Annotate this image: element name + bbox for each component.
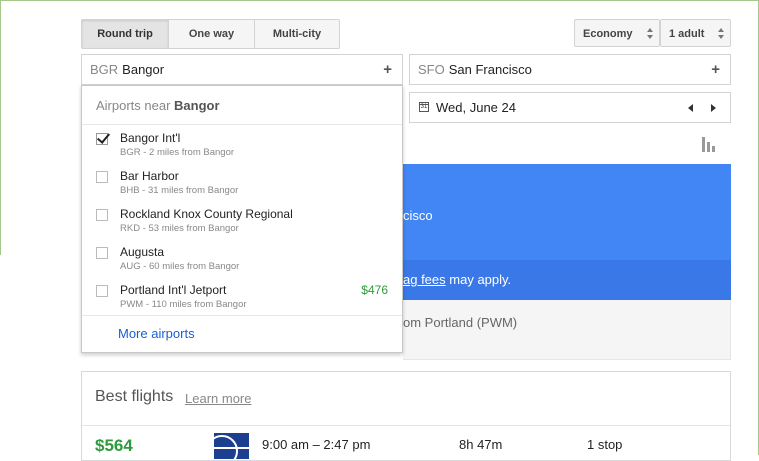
- passengers-select[interactable]: 1 adult: [660, 19, 731, 47]
- window-border-left: [0, 0, 1, 255]
- flight-stops: 1 stop: [587, 437, 623, 452]
- calendar-icon: 31: [419, 102, 429, 112]
- next-date-icon[interactable]: [711, 104, 716, 112]
- airport-detail: RKD - 53 miles from Bangor: [120, 223, 239, 234]
- best-flights-title: Best flights: [95, 388, 174, 405]
- airport-name: Bangor Int'l: [120, 131, 181, 145]
- divider: [82, 124, 402, 125]
- passengers-value: 1 adult: [669, 28, 705, 40]
- select-arrows-icon: [718, 28, 724, 40]
- airline-logo-icon: [214, 433, 249, 459]
- destination-info-text: cisco: [403, 208, 433, 223]
- airports-near-header: Airports near Bangor: [96, 98, 220, 113]
- divider: [82, 315, 402, 316]
- airport-option[interactable]: Rockland Knox County Regional RKD - 53 m…: [82, 205, 402, 243]
- flight-times[interactable]: 9:00 am – 2:47 pm: [262, 437, 370, 452]
- airport-detail: AUG - 60 miles from Bangor: [120, 261, 240, 272]
- date-value: Wed, June 24: [436, 100, 516, 115]
- airport-checkbox[interactable]: [96, 285, 108, 297]
- origin-code: BGR: [90, 62, 119, 77]
- divider: [82, 425, 730, 426]
- flight-price[interactable]: $564: [95, 436, 133, 456]
- more-airports-link[interactable]: More airports: [118, 326, 195, 341]
- origin-field[interactable]: BGR Bangor +: [81, 54, 403, 85]
- airport-checkbox[interactable]: [96, 209, 108, 221]
- add-origin-plus-icon[interactable]: +: [383, 55, 392, 84]
- airport-checkbox[interactable]: [96, 247, 108, 259]
- airport-name: Portland Int'l Jetport: [120, 283, 227, 297]
- price-graph-icon[interactable]: [702, 137, 716, 152]
- add-destination-plus-icon[interactable]: +: [711, 55, 720, 84]
- destination-info-panel: [403, 164, 731, 260]
- airport-name: Bar Harbor: [120, 169, 179, 183]
- previous-date-icon[interactable]: [688, 104, 693, 112]
- airport-checkbox[interactable]: [96, 171, 108, 183]
- best-flights-section: Best flights Learn more $564 9:00 am – 2…: [81, 371, 731, 461]
- airport-detail: BHB - 31 miles from Bangor: [120, 185, 239, 196]
- bag-fees-link[interactable]: ag fees: [403, 272, 446, 287]
- origin-city: Bangor: [122, 62, 165, 77]
- airport-detail: PWM - 110 miles from Bangor: [120, 299, 247, 310]
- airport-option[interactable]: Bar Harbor BHB - 31 miles from Bangor: [82, 167, 402, 205]
- airport-name: Augusta: [120, 245, 165, 259]
- airport-name: Rockland Knox County Regional: [120, 207, 293, 221]
- airports-dropdown: Airports near Bangor Bangor Int'l BGR - …: [81, 85, 403, 353]
- airport-price: $476: [361, 283, 388, 297]
- cabin-value: Economy: [583, 28, 633, 40]
- airport-checkbox[interactable]: [96, 133, 108, 145]
- cabin-select[interactable]: Economy: [574, 19, 660, 47]
- airport-option[interactable]: Portland Int'l Jetport PWM - 110 miles f…: [82, 281, 402, 319]
- destination-city: San Francisco: [448, 62, 532, 77]
- departure-date-field[interactable]: 31 Wed, June 24: [409, 92, 731, 123]
- nearby-airport-panel: [403, 300, 731, 360]
- airport-option[interactable]: Bangor Int'l BGR - 2 miles from Bangor: [82, 129, 402, 167]
- nearby-airport-text: om Portland (PWM): [403, 315, 518, 330]
- bag-fees-note: ag fees may apply.: [403, 272, 512, 287]
- flight-duration: 8h 47m: [459, 437, 503, 452]
- airport-option[interactable]: Augusta AUG - 60 miles from Bangor: [82, 243, 402, 281]
- one-way-button[interactable]: One way: [169, 20, 255, 48]
- airport-detail: BGR - 2 miles from Bangor: [120, 147, 235, 158]
- select-arrows-icon: [647, 28, 653, 40]
- multi-city-button[interactable]: Multi-city: [255, 20, 339, 48]
- destination-field[interactable]: SFO San Francisco +: [409, 54, 731, 85]
- learn-more-link[interactable]: Learn more: [185, 391, 251, 406]
- window-border-top: [0, 0, 759, 1]
- destination-code: SFO: [418, 62, 445, 77]
- round-trip-button[interactable]: Round trip: [82, 20, 169, 48]
- trip-type-selector: Round trip One way Multi-city: [81, 19, 340, 49]
